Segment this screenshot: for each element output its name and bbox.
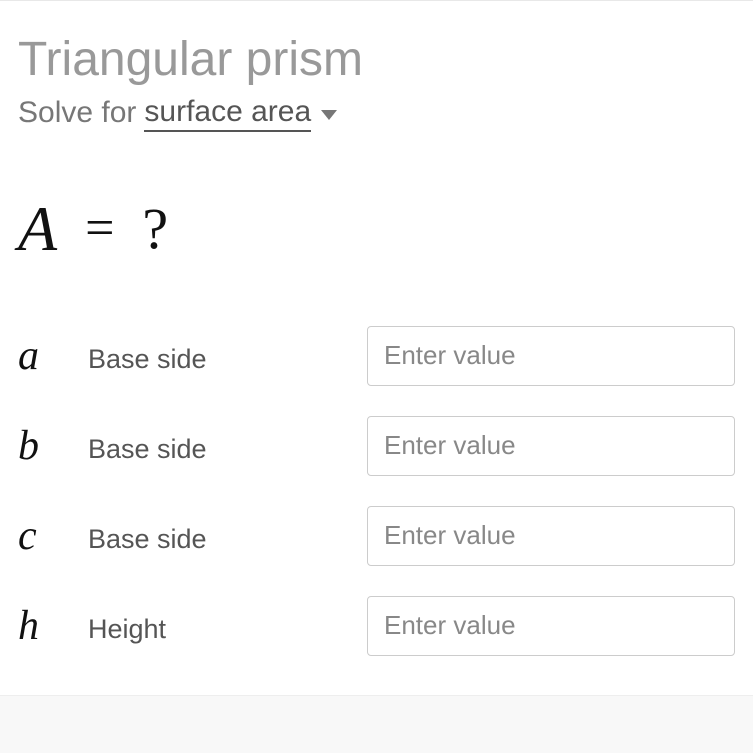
solve-for-selector[interactable]: surface area	[144, 95, 337, 132]
param-row-c: c Base side	[18, 506, 735, 566]
param-row-a: a Base side	[18, 326, 735, 386]
param-symbol-c: c	[18, 512, 88, 560]
formula-lhs: A	[18, 192, 57, 266]
param-label-h: Height	[88, 606, 367, 645]
formula-rhs: ?	[142, 195, 168, 262]
formula-eq: =	[85, 199, 114, 258]
param-symbol-h: h	[18, 602, 88, 650]
page-title: Triangular prism	[18, 31, 735, 89]
calculator-panel: Triangular prism Solve for surface area …	[0, 1, 753, 656]
solve-for-value: surface area	[144, 95, 311, 132]
param-label-b: Base side	[88, 426, 367, 465]
param-label-c: Base side	[88, 516, 367, 555]
param-symbol-a: a	[18, 332, 88, 380]
solve-for-label: Solve for	[18, 96, 136, 130]
formula-display: A = ?	[18, 192, 735, 266]
param-label-a: Base side	[88, 336, 367, 375]
param-symbol-b: b	[18, 422, 88, 470]
bottom-panel	[0, 695, 753, 753]
chevron-down-icon	[321, 110, 337, 120]
param-input-a[interactable]	[367, 326, 735, 386]
param-input-b[interactable]	[367, 416, 735, 476]
param-input-h[interactable]	[367, 596, 735, 656]
param-input-c[interactable]	[367, 506, 735, 566]
param-row-h: h Height	[18, 596, 735, 656]
param-row-b: b Base side	[18, 416, 735, 476]
solve-for-row: Solve for surface area	[18, 95, 735, 132]
